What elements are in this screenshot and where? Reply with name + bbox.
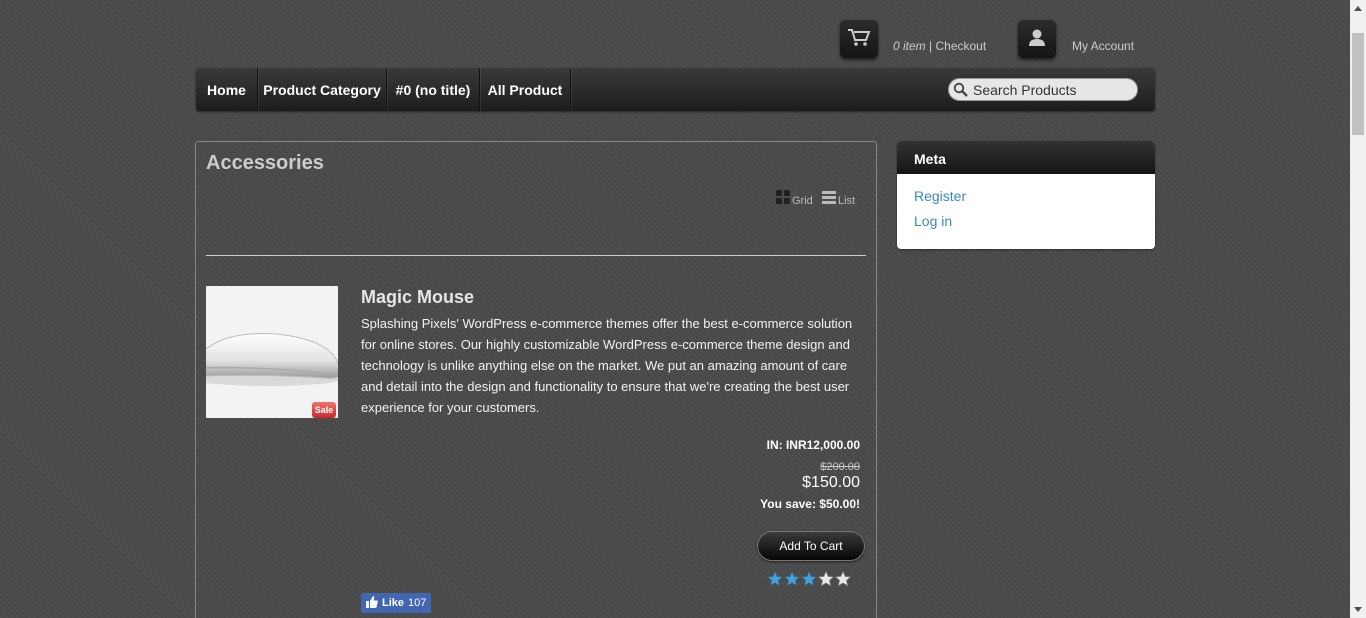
star-rating[interactable]: [767, 571, 851, 587]
like-count: 107: [408, 597, 427, 609]
product-image-magic-mouse[interactable]: Sale: [206, 286, 338, 418]
product-description: Splashing Pixels' WordPress e-commerce t…: [361, 316, 853, 415]
nav-item-all-product[interactable]: All Product: [480, 68, 571, 111]
my-account-link[interactable]: My Account: [1072, 39, 1134, 53]
search-box: [948, 78, 1138, 101]
add-to-cart-button[interactable]: Add To Cart: [757, 531, 865, 561]
star-icon[interactable]: [784, 571, 800, 587]
cart-button[interactable]: [840, 20, 878, 58]
product-title[interactable]: Magic Mouse: [361, 287, 474, 308]
cart-count: 0 item: [893, 39, 926, 53]
cart-summary: 0 item | Checkout: [893, 39, 986, 53]
sidebar-title: Meta: [897, 141, 1155, 174]
sale-price: $150.00: [802, 474, 860, 491]
scroll-down-arrow-icon[interactable]: [1350, 602, 1366, 618]
star-icon[interactable]: [801, 571, 817, 587]
nav-item-product-category[interactable]: Product Category: [258, 68, 387, 111]
nav-item-no-title[interactable]: #0 (no title): [387, 68, 480, 111]
login-link[interactable]: Log in: [914, 213, 952, 229]
cart-icon: [847, 27, 871, 52]
account-button[interactable]: [1018, 20, 1056, 58]
thumbs-up-icon: [366, 595, 378, 611]
search-input[interactable]: [973, 81, 1133, 98]
old-price: $200.00: [820, 461, 860, 473]
you-save: You save: $50.00!: [760, 497, 860, 511]
checkout-link[interactable]: Checkout: [935, 39, 986, 53]
register-link[interactable]: Register: [914, 188, 966, 204]
divider: [206, 255, 866, 256]
price-inr: IN: INR12,000.00: [766, 438, 860, 452]
like-label: Like: [382, 597, 405, 609]
mouse-image: [206, 333, 338, 386]
vertical-scrollbar[interactable]: [1350, 0, 1366, 618]
grid-label: Grid: [792, 195, 813, 207]
cart-separator: |: [925, 39, 936, 53]
top-bar: 0 item | Checkout My Account: [0, 0, 1350, 68]
grid-icon: [776, 190, 790, 207]
grid-view-toggle[interactable]: Grid: [776, 190, 813, 207]
list-label: List: [838, 195, 856, 207]
user-icon: [1026, 27, 1048, 52]
scroll-thumb[interactable]: [1352, 33, 1364, 135]
page-title: Accessories: [206, 152, 324, 174]
list-icon: [822, 190, 836, 207]
star-icon[interactable]: [767, 571, 783, 587]
product-listing-panel: Accessories Grid List Sale Magic Mouse S…: [195, 141, 877, 618]
search-icon: [949, 79, 973, 100]
scroll-up-arrow-icon[interactable]: [1350, 0, 1366, 16]
star-icon[interactable]: [818, 571, 834, 587]
nav-item-home[interactable]: Home: [196, 68, 258, 111]
sidebar-meta-widget: Meta Register Log in: [897, 141, 1155, 249]
price-block: IN: INR12,000.00 $200.00 $150.00 You sav…: [760, 438, 860, 511]
list-view-toggle[interactable]: List: [822, 190, 855, 207]
facebook-like-button[interactable]: Like 107: [361, 593, 432, 613]
sale-badge: Sale: [312, 402, 336, 418]
star-icon[interactable]: [835, 571, 851, 587]
